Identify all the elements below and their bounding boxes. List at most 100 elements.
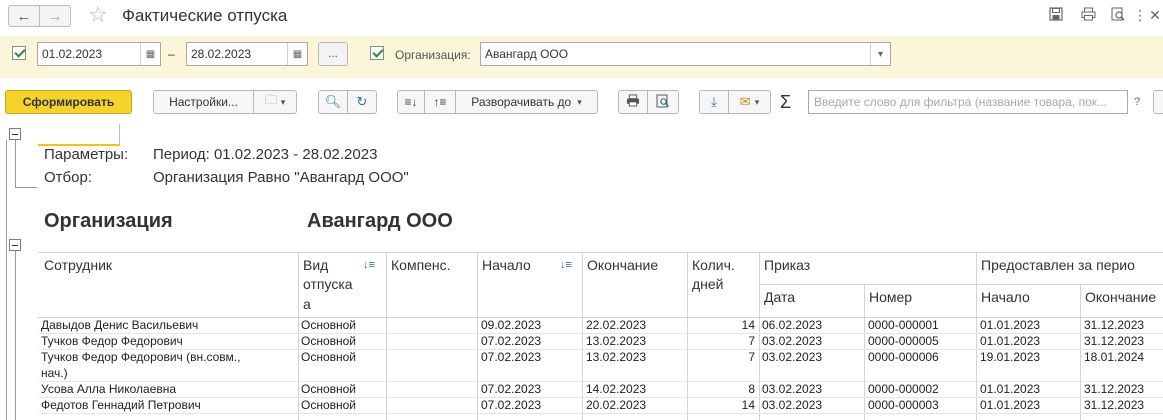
sum-icon[interactable]: Σ <box>780 92 791 113</box>
col-header-days-line2: дней <box>692 276 724 292</box>
cell-type[interactable]: Основной <box>301 398 356 412</box>
cell-employee[interactable]: Усова Алла Николаевна <box>41 382 176 396</box>
cell-start[interactable]: 07.02.2023 <box>481 350 541 364</box>
cell-g-end[interactable]: 18.01.2024 <box>1084 350 1144 364</box>
cell-employee[interactable]: Тучков Федор Федорович <box>41 334 183 348</box>
cell-start[interactable]: 07.02.2023 <box>481 398 541 412</box>
find-button[interactable]: 🔍︎ <box>318 90 348 114</box>
cell-order-date[interactable]: 03.02.2023 <box>762 350 822 364</box>
cell-g-start[interactable]: 01.01.2023 <box>980 318 1040 332</box>
cell-g-start[interactable]: 19.01.2023 <box>980 350 1040 364</box>
col-header-comp[interactable]: Компенс. <box>391 257 451 273</box>
col-header-order-date[interactable]: Дата <box>764 289 795 305</box>
cell-days[interactable]: 7 <box>690 334 755 348</box>
cell-employee-line2[interactable]: нач.) <box>41 366 68 380</box>
help-icon[interactable]: ? <box>1134 96 1140 108</box>
col-header-granted-start[interactable]: Начало <box>981 289 1030 305</box>
cell-days[interactable]: 14 <box>690 318 755 332</box>
period-checkbox[interactable] <box>12 46 26 60</box>
preview-button[interactable] <box>647 90 679 114</box>
cell-employee[interactable]: Тучков Федор Федорович (вн.совм., <box>41 350 240 364</box>
send-email-button[interactable]: ✉ ▾ <box>728 90 771 114</box>
col-header-employee[interactable]: Сотрудник <box>44 257 112 273</box>
cell-g-start[interactable]: 01.01.2023 <box>980 334 1040 348</box>
more-vert-icon[interactable]: ⋮ <box>1132 7 1148 23</box>
variants-button[interactable]: 🗀 ▾ <box>253 90 297 114</box>
expand-to-button[interactable]: Разворачивать до ▾ <box>455 90 598 114</box>
save-icon[interactable] <box>1048 7 1064 23</box>
cell-g-start[interactable]: 01.01.2023 <box>980 398 1040 412</box>
cell-g-end[interactable]: 31.12.2023 <box>1084 318 1144 332</box>
cell-g-end[interactable]: 31.12.2023 <box>1084 398 1144 412</box>
sort-desc-icon[interactable]: ↓≡ <box>560 259 572 271</box>
save-to-file-button[interactable]: ⤓ <box>699 90 729 114</box>
search-icon[interactable] <box>1110 7 1126 23</box>
sort-desc-icon[interactable]: ↓≡ <box>363 259 375 271</box>
sort-desc-button[interactable]: ≡↓ <box>397 90 425 114</box>
col-header-granted-end[interactable]: Окончание <box>1085 289 1156 305</box>
date-to-field[interactable]: 28.02.2023 ▦ <box>186 42 308 66</box>
chevron-down-icon: ▾ <box>754 96 760 107</box>
date-from-field[interactable]: 01.02.2023 ▦ <box>37 42 161 66</box>
cell-end[interactable]: 22.02.2023 <box>586 318 646 332</box>
col-header-days[interactable]: Колич. <box>692 257 735 273</box>
close-icon[interactable]: ✕ <box>1147 7 1163 23</box>
cell-g-start[interactable]: 01.01.2023 <box>980 382 1040 396</box>
print-icon[interactable] <box>1080 7 1096 23</box>
tree-line <box>15 187 37 188</box>
col-header-end[interactable]: Окончание <box>587 257 658 273</box>
col-header-order-num[interactable]: Номер <box>869 289 912 305</box>
cell-type[interactable]: Основной <box>301 334 356 348</box>
cell-end[interactable]: 13.02.2023 <box>586 350 646 364</box>
cell-type[interactable]: Основной <box>301 350 356 364</box>
back-button[interactable]: ← <box>8 5 40 27</box>
cell-days[interactable]: 8 <box>690 382 755 396</box>
cell-order-num[interactable]: 0000-000002 <box>868 382 939 396</box>
sort-asc-button[interactable]: ↑≡ <box>424 90 456 114</box>
cell-start[interactable]: 07.02.2023 <box>481 382 541 396</box>
cell-end[interactable]: 13.02.2023 <box>586 334 646 348</box>
cell-g-end[interactable]: 31.12.2023 <box>1084 334 1144 348</box>
command-bar: Сформировать Настройки... 🗀 ▾ 🔍︎ ↻ ≡↓ ↑≡… <box>0 86 1163 120</box>
cell-order-date[interactable]: 03.02.2023 <box>762 382 822 396</box>
collapse-params-icon[interactable] <box>9 128 21 140</box>
organization-checkbox[interactable] <box>370 46 384 60</box>
cell-order-date[interactable]: 06.02.2023 <box>762 318 822 332</box>
collapse-group-icon[interactable] <box>9 239 21 251</box>
cell-type[interactable]: Основной <box>301 382 356 396</box>
cell-start[interactable]: 07.02.2023 <box>481 334 541 348</box>
more-button[interactable] <box>1153 90 1163 114</box>
period-select-button[interactable]: ... <box>318 42 348 66</box>
calendar-icon[interactable]: ▦ <box>287 43 307 65</box>
cell-days[interactable]: 14 <box>690 398 755 412</box>
calendar-icon[interactable]: ▦ <box>140 43 160 65</box>
filter-search-input[interactable]: Введите слово для фильтра (название това… <box>808 90 1128 114</box>
cell-order-num[interactable]: 0000-000006 <box>868 350 939 364</box>
cell-order-num[interactable]: 0000-000001 <box>868 318 939 332</box>
cell-order-num[interactable]: 0000-000003 <box>868 398 939 412</box>
cell-order-num[interactable]: 0000-000005 <box>868 334 939 348</box>
cell-g-end[interactable]: 31.12.2023 <box>1084 382 1144 396</box>
cell-start[interactable]: 09.02.2023 <box>481 318 541 332</box>
cell-days[interactable]: 7 <box>690 350 755 364</box>
col-header-order[interactable]: Приказ <box>764 257 810 273</box>
cell-order-date[interactable]: 03.02.2023 <box>762 398 822 412</box>
settings-button[interactable]: Настройки... <box>153 90 254 114</box>
col-header-type[interactable]: Вид <box>303 257 328 273</box>
generate-button[interactable]: Сформировать <box>5 90 132 114</box>
print-button[interactable] <box>618 90 648 114</box>
cell-end[interactable]: 20.02.2023 <box>586 398 646 412</box>
forward-button[interactable]: → <box>39 5 71 27</box>
col-header-start[interactable]: Начало <box>482 257 531 273</box>
cell-type[interactable]: Основной <box>301 318 356 332</box>
organization-field[interactable]: Авангард ООО ▾ <box>480 42 891 66</box>
dropdown-icon[interactable]: ▾ <box>870 43 890 65</box>
selected-cell[interactable] <box>38 124 120 146</box>
star-icon[interactable]: ☆ <box>88 2 108 28</box>
cell-employee[interactable]: Давыдов Денис Васильевич <box>41 318 198 332</box>
col-header-granted[interactable]: Предоставлен за перио <box>981 257 1135 273</box>
find-next-button[interactable]: ↻ <box>347 90 377 114</box>
cell-end[interactable]: 14.02.2023 <box>586 382 646 396</box>
cell-order-date[interactable]: 03.02.2023 <box>762 334 822 348</box>
cell-employee[interactable]: Федотов Геннадий Петрович <box>41 398 201 412</box>
